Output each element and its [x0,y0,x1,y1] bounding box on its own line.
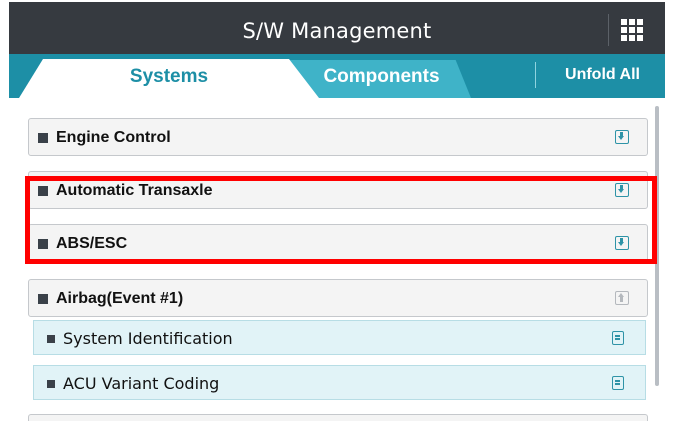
document-icon[interactable] [612,376,624,390]
app-window: S/W Management Components Systems Unfold… [9,2,665,421]
document-icon[interactable] [612,331,624,345]
toolbar-divider [535,62,536,88]
page-title: S/W Management [242,19,432,43]
bullet-square-icon [47,380,55,388]
download-icon[interactable] [615,130,629,144]
system-item-engine-control[interactable]: Engine Control [28,118,648,156]
bullet-square-icon [38,239,48,249]
sub-item-label: ACU Variant Coding [63,374,220,393]
download-icon[interactable] [615,236,629,250]
grid-menu-icon[interactable] [621,19,643,41]
system-item-airbag[interactable]: Airbag(Event #1) [28,279,648,317]
unfold-all-button[interactable]: Unfold All [540,54,665,96]
bullet-square-icon [47,335,55,343]
collapse-upload-icon[interactable] [615,291,629,305]
app-header: S/W Management [9,2,665,54]
system-item-abs-esc[interactable]: ABS/ESC [28,224,648,262]
header-divider [608,14,609,46]
system-item-label: ABS/ESC [56,235,128,252]
scrollbar[interactable] [655,106,659,386]
system-list: Engine Control Automatic Transaxle ABS/E… [9,98,665,421]
system-item-label: Automatic Transaxle [56,182,213,199]
system-item-label: Airbag(Event #1) [56,290,184,307]
system-item-next[interactable] [28,414,648,421]
download-icon[interactable] [615,183,629,197]
sub-item-label: System Identification [63,329,233,348]
bullet-square-icon [38,294,48,304]
system-item-label: Engine Control [56,129,171,146]
bullet-square-icon [38,133,48,143]
sub-item-system-identification[interactable]: System Identification [33,320,646,355]
system-item-automatic-transaxle[interactable]: Automatic Transaxle [28,171,648,209]
sub-item-acu-variant-coding[interactable]: ACU Variant Coding [33,365,646,400]
tab-systems[interactable]: Systems [19,59,319,98]
bullet-square-icon [38,186,48,196]
